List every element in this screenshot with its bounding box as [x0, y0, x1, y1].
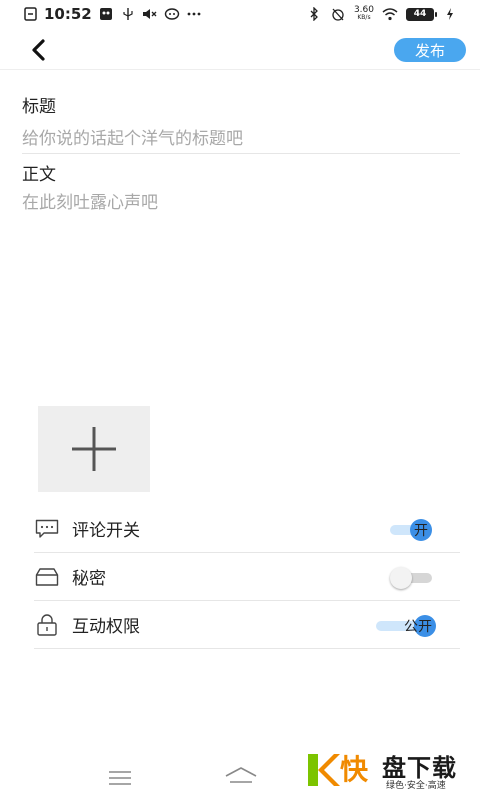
settings-list: 评论开关 开 秘密 互动权限 公开	[34, 505, 460, 649]
top-bar: 发布	[0, 30, 480, 70]
usb-icon	[120, 7, 136, 21]
publish-button[interactable]: 发布	[394, 38, 466, 62]
box-icon	[34, 566, 60, 588]
more-icon	[186, 7, 202, 21]
comment-switch-label: 评论开关	[72, 521, 140, 541]
home-button[interactable]	[224, 766, 258, 788]
comment-toggle-knob: 开	[410, 519, 432, 541]
status-bar: 10:52 3.60 KB/s 44	[0, 0, 480, 28]
secret-label: 秘密	[72, 569, 106, 589]
menu-button[interactable]	[108, 770, 132, 786]
charging-icon	[442, 7, 458, 21]
title-label: 标题	[22, 97, 56, 117]
interaction-toggle-text: 公开	[404, 619, 432, 635]
status-time: 10:52	[44, 5, 92, 23]
watermark-logo: 快 盘下载 绿色·安全·高速	[306, 748, 476, 794]
interaction-permission-label: 互动权限	[72, 617, 140, 637]
comment-toggle-text: 开	[414, 523, 428, 539]
battery-indicator: 44	[406, 7, 437, 21]
secret-toggle-knob	[390, 567, 412, 589]
watermark-k-icon	[308, 754, 340, 786]
add-image-button[interactable]	[38, 406, 150, 492]
comment-icon	[34, 518, 60, 540]
menu-icon	[109, 771, 131, 785]
comment-switch-row: 评论开关 开	[34, 505, 460, 553]
watermark-slogan: 绿色·安全·高速	[386, 781, 446, 791]
secret-toggle[interactable]	[390, 567, 432, 589]
wifi-icon	[382, 7, 398, 21]
interaction-permission-row: 互动权限 公开	[34, 601, 460, 649]
volume-mute-icon	[142, 7, 158, 21]
body-textarea[interactable]	[22, 188, 460, 388]
alarm-off-icon	[330, 7, 346, 21]
body-label: 正文	[22, 165, 56, 185]
bluetooth-icon	[306, 7, 322, 21]
title-input[interactable]	[22, 124, 460, 154]
comment-toggle[interactable]: 开	[390, 519, 432, 541]
back-button[interactable]	[24, 36, 52, 64]
lock-icon	[34, 613, 60, 636]
watermark-fast: 快	[340, 753, 369, 786]
plus-icon	[72, 427, 116, 471]
secret-row: 秘密	[34, 553, 460, 601]
app-face-icon	[164, 7, 180, 21]
home-icon	[225, 767, 257, 783]
interaction-toggle[interactable]: 公开	[376, 615, 440, 637]
network-speed: 3.60 KB/s	[353, 5, 374, 22]
app-notification-icon	[98, 7, 114, 21]
document-icon	[22, 7, 38, 21]
chevron-left-icon	[32, 39, 45, 61]
